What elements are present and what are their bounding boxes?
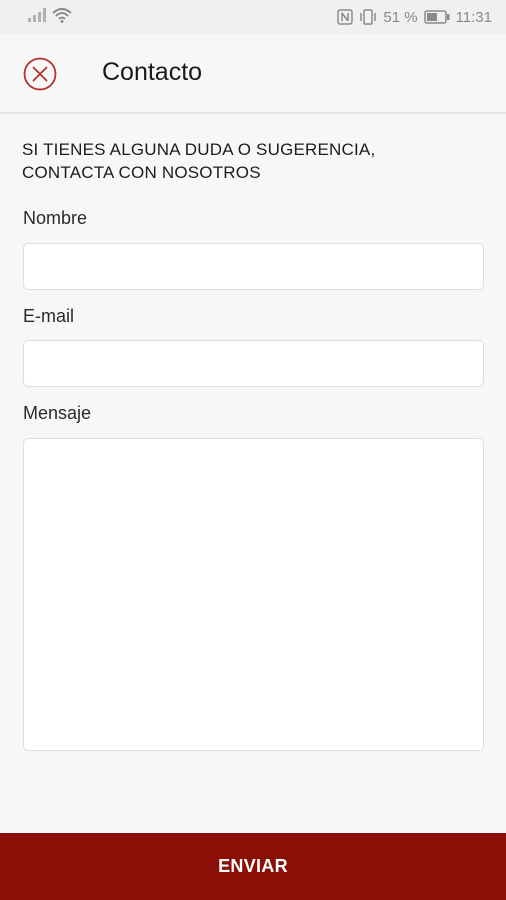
name-label: Nombre: [23, 208, 88, 228]
name-field[interactable]: [23, 243, 484, 290]
app-bar: Contacto: [0, 34, 506, 114]
battery-icon: [423, 10, 450, 24]
wifi-icon: [52, 7, 72, 27]
send-button[interactable]: ENVIAR: [0, 833, 506, 900]
status-bar: 51 % 11:31: [0, 0, 506, 34]
nfc-icon: [337, 9, 354, 25]
email-label: E-mail: [23, 306, 75, 326]
intro-line-2: CONTACTA CON NOSOTROS: [22, 163, 261, 182]
close-button[interactable]: [22, 56, 58, 92]
message-field[interactable]: [23, 438, 484, 751]
message-label: Mensaje: [23, 403, 92, 423]
vibrate-icon: [359, 9, 377, 25]
email-field[interactable]: [23, 340, 484, 387]
close-circle-icon: [23, 57, 57, 91]
clock: 11:31: [455, 8, 492, 26]
battery-percent: 51 %: [383, 8, 418, 26]
intro-line-1: SI TIENES ALGUNA DUDA O SUGERENCIA,: [22, 140, 376, 159]
send-button-label: ENVIAR: [218, 856, 288, 876]
intro-text: SI TIENES ALGUNA DUDA O SUGERENCIA, CONT…: [22, 138, 462, 184]
signal-icon: [28, 8, 46, 26]
page-title: Contacto: [102, 58, 203, 86]
